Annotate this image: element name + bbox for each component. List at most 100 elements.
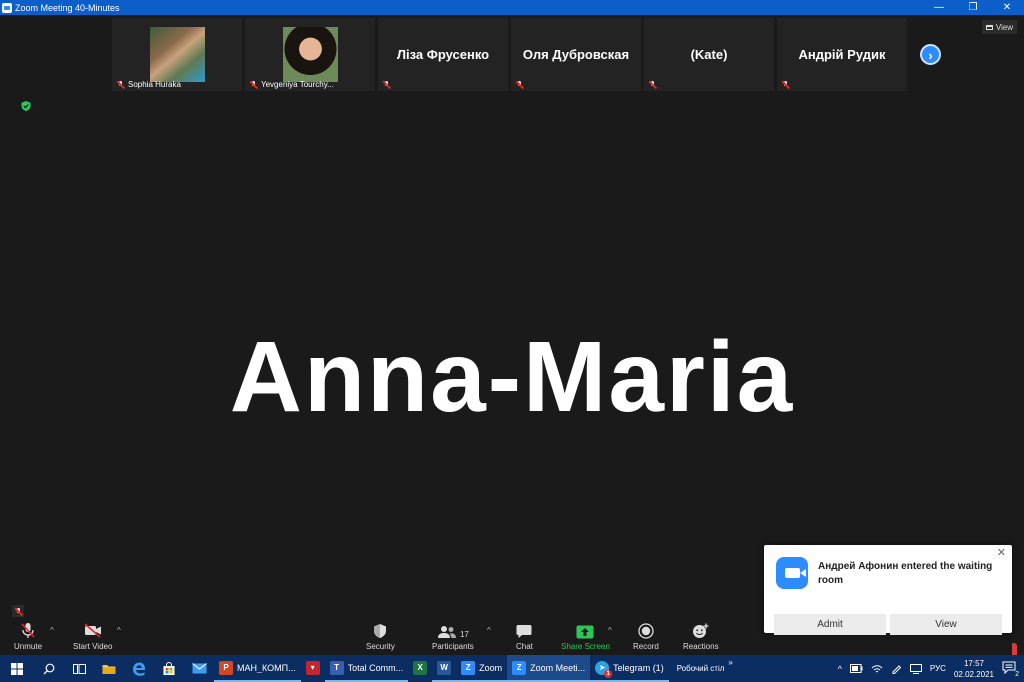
pdf-reader-icon: ▾ (305, 660, 320, 675)
participants-options-chevron-icon[interactable]: ^ (487, 626, 491, 635)
mic-muted-icon (116, 80, 125, 89)
participant-strip: Sophia Huraka Yevgeniya Tourchy... Ліза … (112, 18, 907, 91)
edge-browser-icon (133, 662, 146, 676)
grid-view-icon (985, 24, 993, 30)
taskbar-app-total-commander[interactable]: T Total Comm... (324, 655, 409, 682)
notification-close-icon[interactable]: ✕ (997, 546, 1006, 559)
share-screen-icon (576, 625, 594, 639)
active-speaker-name: Anna-Maria (229, 321, 795, 433)
mic-muted-icon (382, 80, 391, 89)
taskbar-app-pdf[interactable]: ▾ (301, 655, 325, 682)
participant-tile[interactable]: Yevgeniya Tourchy... (245, 18, 375, 91)
windows-logo-icon (11, 662, 23, 675)
action-center-button[interactable]: 2 (1002, 661, 1020, 678)
taskbar-app-word[interactable]: W (432, 655, 457, 682)
start-button[interactable] (0, 655, 34, 682)
window-titlebar: Zoom Meeting 40-Minutes — ❐ ✕ (0, 0, 1024, 15)
record-icon (638, 623, 654, 639)
participants-icon (437, 626, 456, 638)
task-view-icon (72, 663, 86, 674)
view-waiting-room-button[interactable]: View (890, 614, 1002, 635)
admit-button[interactable]: Admit (774, 614, 886, 635)
store-bag-icon (163, 661, 175, 675)
taskbar-app-powerpoint[interactable]: P МАН_КОМП... (214, 655, 301, 682)
system-tray: ^ РУС 17:57 02.02.2021 2 (838, 655, 1024, 682)
edge-button[interactable] (124, 655, 154, 682)
self-muted-badge (12, 605, 24, 617)
store-button[interactable] (154, 655, 184, 682)
search-button[interactable] (34, 655, 64, 682)
mic-muted-icon (648, 80, 657, 89)
participants-count: 17 (459, 630, 469, 639)
window-title: Zoom Meeting 40-Minutes (15, 2, 120, 13)
zoom-logo-icon (776, 557, 808, 589)
waiting-room-notification: ✕ Андрей Афонин entered the waiting room… (764, 545, 1012, 635)
participant-video (283, 27, 338, 82)
telegram-icon: ➤ 1 (595, 660, 613, 678)
mic-muted-icon (249, 80, 258, 89)
pen-icon[interactable] (891, 663, 902, 674)
chat-button[interactable]: Chat (516, 622, 533, 651)
participant-name: Оля Дубровская (522, 47, 630, 62)
taskbar-app-telegram[interactable]: ➤ 1 Telegram (1) (590, 655, 669, 682)
unmute-button[interactable]: Unmute (14, 622, 42, 651)
participant-name: Sophia Huraka (128, 80, 181, 89)
taskbar-app-zoom[interactable]: Z Zoom (456, 655, 508, 682)
participant-video (150, 27, 205, 82)
wifi-icon[interactable] (871, 664, 883, 674)
participant-tile[interactable]: Андрій Рудик (777, 18, 907, 91)
battery-icon[interactable] (849, 664, 863, 673)
mic-muted-icon (21, 623, 35, 638)
minimize-button[interactable]: — (922, 0, 956, 15)
powerpoint-icon: P (219, 660, 233, 675)
restore-button[interactable]: ❐ (956, 0, 990, 15)
file-explorer-button[interactable] (94, 655, 124, 682)
notification-message: Андрей Афонин entered the waiting room (818, 561, 993, 586)
record-button[interactable]: Record (633, 622, 659, 651)
notification-count: 2 (1014, 670, 1020, 678)
folder-icon (102, 664, 116, 674)
show-hidden-icons-chevron-icon[interactable]: ^ (838, 664, 842, 674)
taskbar-app-excel[interactable]: X (408, 655, 432, 682)
participant-name: Yevgeniya Tourchy... (261, 80, 334, 89)
word-icon: W (437, 660, 452, 675)
clock-time: 17:57 (963, 658, 984, 668)
input-language-indicator[interactable]: РУС (930, 664, 946, 673)
participant-name: Ліза Фрусенко (396, 47, 490, 62)
share-options-chevron-icon[interactable]: ^ (608, 626, 612, 635)
windows-taskbar: P МАН_КОМП... ▾ T Total Comm... X W Z Zo… (0, 655, 1024, 682)
shield-icon (374, 624, 387, 638)
encryption-shield-icon[interactable] (20, 100, 32, 112)
audio-options-chevron-icon[interactable]: ^ (50, 626, 54, 635)
excel-icon: X (413, 660, 428, 675)
security-button[interactable]: Security (366, 622, 395, 651)
next-page-chevron-icon[interactable]: › (920, 44, 941, 65)
participant-name: (Kate) (690, 47, 728, 62)
toolbar-overflow-icon[interactable]: » (728, 658, 732, 667)
participant-tile[interactable]: Sophia Huraka (112, 18, 242, 91)
reactions-button[interactable]: Reactions (683, 622, 719, 651)
view-button[interactable]: View (982, 20, 1017, 34)
taskbar-clock[interactable]: 17:57 02.02.2021 (954, 658, 994, 680)
task-view-button[interactable] (64, 655, 94, 682)
share-screen-button[interactable]: Share Screen (561, 622, 610, 651)
participant-tile[interactable]: Оля Дубровская (511, 18, 641, 91)
zoom-app-icon: Z (512, 660, 527, 675)
mail-button[interactable] (184, 655, 214, 682)
total-commander-icon: T (329, 660, 344, 675)
chat-icon (516, 625, 532, 638)
mic-muted-icon (781, 80, 790, 89)
mic-muted-icon (14, 607, 23, 616)
participants-button[interactable]: 17 Participants (432, 622, 474, 651)
mail-icon (191, 663, 207, 674)
participant-name: Андрій Рудик (798, 47, 886, 62)
close-button[interactable]: ✕ (990, 0, 1024, 15)
start-video-button[interactable]: Start Video (73, 622, 112, 651)
participant-tile[interactable]: (Kate) (644, 18, 774, 91)
taskbar-app-zoom-meeting[interactable]: Z Zoom Meeti... (507, 655, 591, 682)
network-icon[interactable] (909, 663, 922, 674)
desktop-toolbar-label[interactable]: Робочий стіл (677, 664, 725, 673)
video-options-chevron-icon[interactable]: ^ (117, 626, 121, 635)
search-icon (43, 663, 55, 674)
participant-tile[interactable]: Ліза Фрусенко (378, 18, 508, 91)
